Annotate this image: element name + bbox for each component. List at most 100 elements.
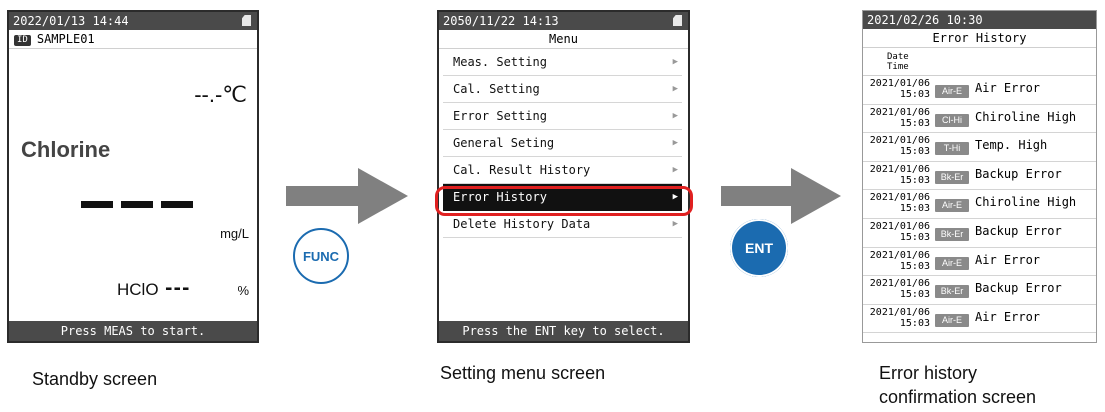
error-date: 2021/01/06 xyxy=(869,78,930,89)
caption-line: Error history xyxy=(879,363,978,383)
reading-dash xyxy=(161,201,193,208)
error-time: 15:03 xyxy=(899,89,930,100)
selection-highlight xyxy=(435,186,693,216)
error-time: 15:03 xyxy=(899,146,930,158)
error-row[interactable]: 2021/01/06 15:03 Cl-Hi Chiroline High xyxy=(863,105,1096,134)
ent-key-button[interactable]: ENT xyxy=(730,219,788,277)
hclo-label: HClO xyxy=(117,280,159,299)
error-date: 2021/01/06 xyxy=(869,278,930,290)
reading-dash xyxy=(81,201,113,208)
error-list: 2021/01/06 15:03 Air-E Air Error 2021/01/06 1… xyxy=(863,76,1096,334)
datetime: 2050/11/22 14:13 xyxy=(443,14,559,28)
standby-caption: Standby screen xyxy=(32,369,158,389)
menu-item-error-setting[interactable]: Error Setting ▶ xyxy=(443,103,682,130)
error-text: Chiroline High xyxy=(975,195,1077,210)
header-time: Time xyxy=(887,62,909,72)
error-date: 2021/01/06 xyxy=(869,163,930,175)
sd-card-icon xyxy=(242,15,251,26)
error-date: 2021/01/06 xyxy=(869,249,930,261)
error-text: Air Error xyxy=(975,252,1041,267)
error-time: 15:03 xyxy=(899,203,930,215)
error-history-caption: Error history confirmation screen xyxy=(879,361,1036,409)
error-code-badge: Bk-Er xyxy=(935,227,969,241)
error-text: Air Error xyxy=(975,309,1041,324)
menu-item-label: Meas. Setting xyxy=(453,55,547,69)
menu-item-label: General Seting xyxy=(453,136,555,150)
error-row[interactable]: 2021/01/06 15:03 Air-E Air Error xyxy=(863,248,1096,277)
error-text: Temp. High xyxy=(975,138,1048,153)
error-date: 2021/01/06 xyxy=(869,192,930,204)
error-row[interactable]: 2021/01/06 15:03 Bk-Er Backup Error xyxy=(863,276,1096,305)
menu-footer: Press the ENT key to select. xyxy=(439,321,688,341)
menu-item-cal-result-history[interactable]: Cal. Result History ▶ xyxy=(443,157,682,184)
chevron-right-icon: ▶ xyxy=(672,165,678,175)
reading-dash xyxy=(121,201,153,208)
error-time: 15:03 xyxy=(899,260,930,272)
unit-label: mg/L xyxy=(220,226,249,241)
error-row[interactable]: 2021/01/06 15:03 Air-E Air Error xyxy=(863,305,1096,334)
temperature-readout: --.-℃ xyxy=(194,82,247,107)
error-code-badge: T-Hi xyxy=(935,142,969,156)
error-code-badge: Air-E xyxy=(935,199,969,213)
error-text: Backup Error xyxy=(975,166,1062,181)
menu-item-label: Error Setting xyxy=(453,109,547,123)
chevron-right-icon: ▶ xyxy=(672,57,678,67)
error-text: Chiroline High xyxy=(975,109,1077,124)
error-row[interactable]: 2021/01/06 15:03 T-Hi Temp. High xyxy=(863,133,1096,162)
datetime: 2022/01/13 14:44 xyxy=(13,14,129,28)
error-text: Air Error xyxy=(975,81,1041,95)
error-code-badge: Bk-Er xyxy=(935,170,969,184)
menu-item-label: Cal. Setting xyxy=(453,82,540,96)
sample-id-row: ID SAMPLE01 xyxy=(9,30,257,49)
status-bar: 2022/01/13 14:44 xyxy=(9,12,257,30)
error-date: 2021/01/06 xyxy=(869,306,930,318)
chevron-right-icon: ▶ xyxy=(672,84,678,94)
error-time: 15:03 xyxy=(899,117,930,129)
id-badge: ID xyxy=(14,35,31,46)
error-row[interactable]: 2021/01/06 15:03 Bk-Er Backup Error xyxy=(863,219,1096,248)
standby-footer: Press MEAS to start. xyxy=(9,321,257,341)
menu-item-cal-setting[interactable]: Cal. Setting ▶ xyxy=(443,76,682,103)
error-text: Backup Error xyxy=(975,281,1062,296)
sd-card-icon xyxy=(673,15,682,26)
status-bar: 2021/02/26 10:30 xyxy=(863,11,1096,29)
error-date: 2021/01/06 xyxy=(869,220,930,232)
error-code-badge: Cl-Hi xyxy=(935,113,969,127)
datetime: 2021/02/26 10:30 xyxy=(867,13,983,27)
arrow-right-icon xyxy=(286,168,408,224)
error-row[interactable]: 2021/01/06 15:03 Bk-Er Backup Error xyxy=(863,162,1096,191)
chevron-right-icon: ▶ xyxy=(672,111,678,121)
analyte-label: Chlorine xyxy=(21,137,111,162)
error-code-badge: Air-E xyxy=(935,256,969,270)
error-code-badge: Air-E xyxy=(935,85,969,98)
error-row[interactable]: 2021/01/06 15:03 Air-E Air Error xyxy=(863,76,1096,105)
status-bar: 2050/11/22 14:13 xyxy=(439,12,688,30)
error-time: 15:03 xyxy=(899,317,930,329)
arrow-right-icon xyxy=(721,168,841,224)
header-date: Date xyxy=(887,52,909,62)
menu-item-general-seting[interactable]: General Seting ▶ xyxy=(443,130,682,157)
error-code-badge: Air-E xyxy=(935,313,969,327)
menu-caption: Setting menu screen xyxy=(440,363,606,383)
error-code-badge: Bk-Er xyxy=(935,285,969,299)
error-history-title: Error History xyxy=(863,29,1096,48)
error-date: 2021/01/06 xyxy=(869,106,930,118)
hclo-unit: % xyxy=(237,283,249,298)
menu-item-meas-setting[interactable]: Meas. Setting ▶ xyxy=(443,49,682,76)
column-header: Date Time xyxy=(863,48,1096,76)
caption-line: confirmation screen xyxy=(879,387,1037,407)
menu-item-label: Delete History Data xyxy=(453,217,591,231)
menu-item-label: Cal. Result History xyxy=(453,163,591,177)
sample-id: SAMPLE01 xyxy=(36,32,95,46)
error-time: 15:03 xyxy=(899,174,930,186)
error-time: 15:03 xyxy=(899,289,930,301)
setting-menu-screen: 2050/11/22 14:13 Menu Meas. Setting ▶ Cal.… xyxy=(437,10,690,343)
standby-screen: 2022/01/13 14:44 ID SAMPLE01 --.-℃ Chlori… xyxy=(7,10,259,343)
hclo-value: --- xyxy=(165,278,191,299)
menu-title: Menu xyxy=(439,30,688,49)
error-row[interactable]: 2021/01/06 15:03 Air-E Chiroline High xyxy=(863,190,1096,219)
error-history-screen: 2021/02/26 10:30 Error History Date Time… xyxy=(862,10,1097,343)
error-date: 2021/01/06 xyxy=(869,135,930,147)
func-key-button[interactable]: FUNC xyxy=(293,228,349,284)
error-time: 15:03 xyxy=(899,231,930,243)
